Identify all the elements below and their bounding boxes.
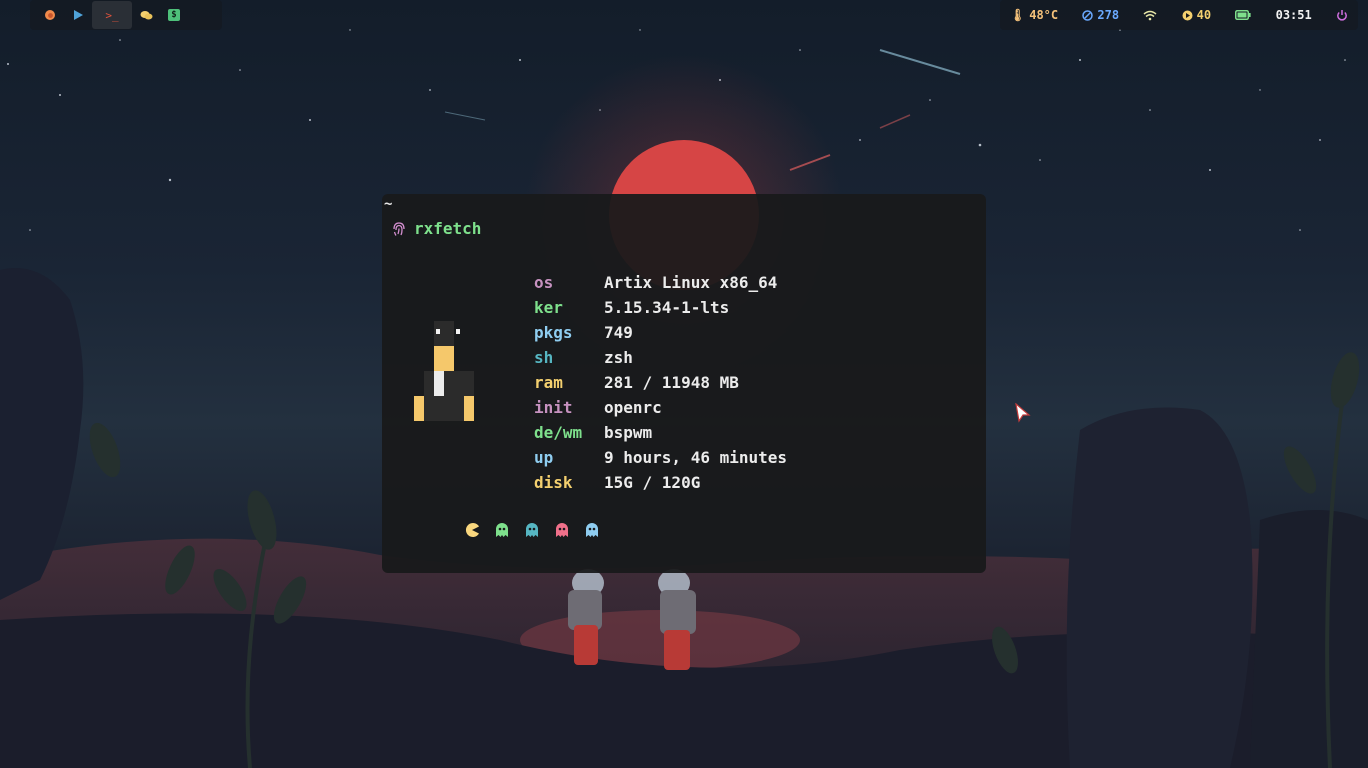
info-value: bspwm: [604, 423, 653, 442]
right-rock: [1066, 407, 1253, 768]
chat-bubble-icon: [140, 10, 152, 19]
workspace-media[interactable]: [64, 1, 92, 29]
mouse-cursor-icon: [1015, 403, 1031, 423]
wifi-icon: [1143, 10, 1157, 20]
info-key: ram: [534, 373, 563, 392]
workspace-terminal[interactable]: >_: [92, 1, 132, 29]
color-palette: [464, 522, 600, 538]
info-value: 9 hours, 46 minutes: [604, 448, 788, 467]
firefox-icon: [45, 10, 55, 20]
play-icon: [74, 10, 83, 20]
brightness-value: 40: [1196, 8, 1212, 22]
info-row-ram: ram 281 / 11948 MB: [534, 370, 787, 395]
terminal-prompt-icon: >_: [105, 8, 119, 22]
info-row-packages: pkgs 749: [534, 320, 787, 345]
dollar-icon: $: [168, 9, 180, 21]
brightness-module[interactable]: 40: [1182, 8, 1211, 22]
info-key: ker: [534, 298, 563, 317]
info-value: 281 / 11948 MB: [604, 373, 739, 392]
info-row-uptime: up 9 hours, 46 minutes: [534, 445, 787, 470]
info-key: os: [534, 273, 554, 292]
thermometer-icon: 🌡: [1010, 8, 1026, 22]
updates-count: 278: [1097, 8, 1120, 22]
ghost-icon: [556, 523, 568, 537]
updates-module[interactable]: 278: [1082, 8, 1119, 22]
tux-ascii-logo: [414, 321, 474, 421]
ghost-icon: [496, 523, 508, 537]
workspace-bar: >_ $: [30, 0, 222, 30]
info-value: openrc: [604, 398, 662, 417]
system-info: os Artix Linux x86_64 ker 5.15.34-1-lts …: [534, 270, 787, 495]
power-icon: [1337, 10, 1347, 21]
info-value: 15G / 120G: [604, 473, 701, 492]
info-value: zsh: [604, 348, 633, 367]
info-row-wm: de/wm bspwm: [534, 420, 787, 445]
cwd-indicator: ~: [384, 196, 393, 212]
terminal-window[interactable]: ~ rxfetch os Artix Linux x86_64 ker 5.15…: [382, 194, 986, 573]
status-bar: 🌡 48°C 278 40 03:51: [1000, 0, 1358, 30]
info-row-shell: sh zsh: [534, 345, 787, 370]
updates-icon: [1082, 9, 1094, 21]
info-key: pkgs: [534, 323, 573, 342]
info-key: disk: [534, 473, 573, 492]
info-key: de/wm: [534, 423, 583, 442]
battery-icon: [1235, 10, 1251, 20]
wifi-module[interactable]: [1143, 10, 1157, 21]
command-text: rxfetch: [414, 219, 482, 238]
workspace-firefox[interactable]: [36, 1, 64, 29]
fingerprint-icon: [393, 221, 405, 236]
temperature-module[interactable]: 🌡 48°C: [1010, 8, 1058, 22]
prompt-line: rxfetch: [392, 219, 481, 238]
clock-time: 03:51: [1275, 8, 1312, 22]
info-key: up: [534, 448, 554, 467]
temperature-value: 48°C: [1029, 8, 1059, 22]
info-row-disk: disk 15G / 120G: [534, 470, 787, 495]
info-row-os: os Artix Linux x86_64: [534, 270, 787, 295]
info-row-init: init openrc: [534, 395, 787, 420]
clock-module[interactable]: 03:51: [1276, 8, 1312, 22]
workspace-chat[interactable]: [132, 1, 160, 29]
ghost-icon: [586, 523, 598, 537]
power-button[interactable]: [1336, 9, 1348, 21]
workspace-money[interactable]: $: [160, 1, 188, 29]
info-row-kernel: ker 5.15.34-1-lts: [534, 295, 787, 320]
info-value: 5.15.34-1-lts: [604, 298, 730, 317]
pacman-icon: [465, 523, 479, 537]
battery-module[interactable]: [1235, 10, 1251, 20]
info-key: sh: [534, 348, 554, 367]
info-value: 749: [604, 323, 633, 342]
play-circle-icon: [1182, 10, 1193, 20]
info-key: init: [534, 398, 573, 417]
ghost-icon: [526, 523, 538, 537]
info-value: Artix Linux x86_64: [604, 273, 778, 292]
